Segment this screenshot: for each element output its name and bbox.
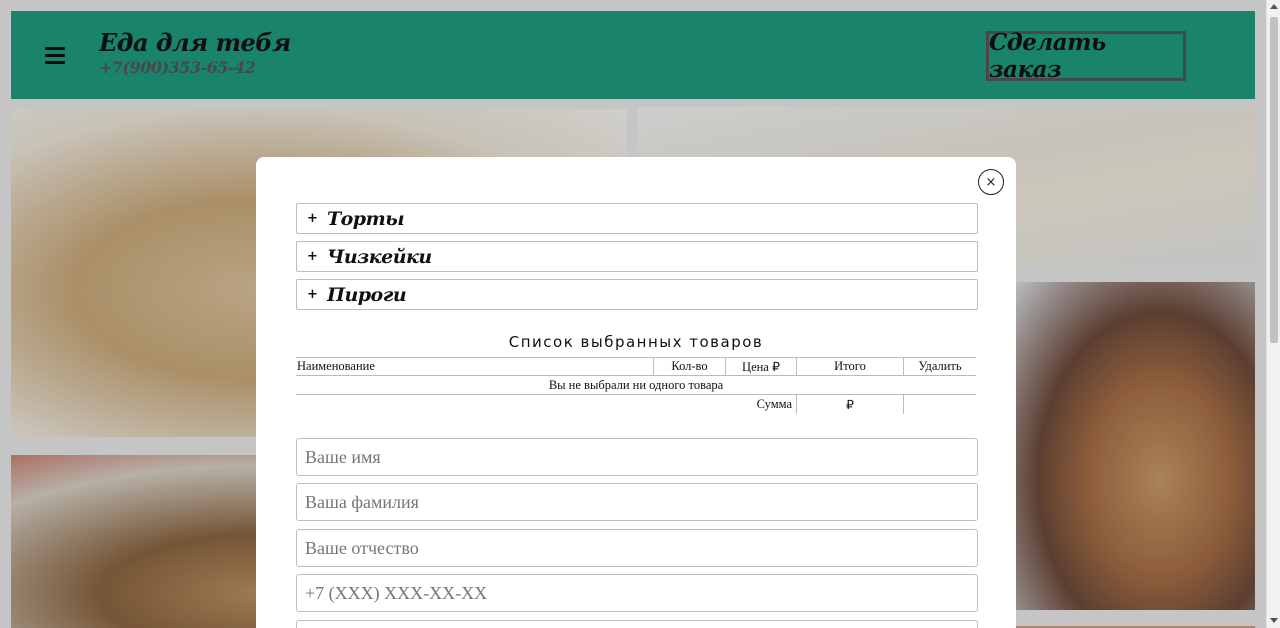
scrollbar-thumb[interactable]	[1270, 17, 1278, 343]
category-label: Чизкейки	[327, 245, 432, 268]
phone-input[interactable]	[296, 574, 978, 612]
scroll-down-arrow-icon[interactable]	[1270, 618, 1278, 623]
selected-items-title: Список выбранных товаров	[508, 333, 764, 351]
next-input-field[interactable]	[296, 620, 978, 628]
category-label: Пироги	[327, 283, 407, 306]
first-name-input[interactable]	[296, 438, 978, 476]
scroll-up-arrow-icon[interactable]	[1270, 4, 1278, 9]
sum-empty-cell	[903, 395, 976, 414]
header-name: Наименование	[297, 359, 375, 373]
header-price: Цена ₽	[725, 358, 796, 375]
plus-icon: +	[307, 211, 318, 226]
empty-cart-message: Вы не выбрали ни одного товара	[296, 376, 976, 395]
sum-value: ₽	[796, 395, 903, 414]
category-label: Торты	[327, 207, 405, 230]
sum-row: Сумма ₽	[296, 395, 976, 414]
category-pies[interactable]: + Пироги	[296, 279, 978, 310]
header-qty: Кол-во	[653, 358, 725, 375]
category-cakes[interactable]: + Торты	[296, 203, 978, 234]
close-icon[interactable]: ×	[978, 169, 1004, 195]
sum-label: Сумма	[756, 397, 792, 411]
patronymic-input[interactable]	[296, 529, 978, 567]
plus-icon: +	[307, 249, 318, 264]
header-delete: Удалить	[903, 358, 976, 375]
order-modal: × + Торты + Чизкейки + Пироги Список выб…	[256, 157, 1016, 628]
table-header-row: Наименование Кол-во Цена ₽ Итого Удалить	[296, 357, 976, 376]
category-cheesecakes[interactable]: + Чизкейки	[296, 241, 978, 272]
plus-icon: +	[307, 287, 318, 302]
selected-items-table: Наименование Кол-во Цена ₽ Итого Удалить…	[296, 357, 976, 414]
last-name-input[interactable]	[296, 483, 978, 521]
header-total: Итого	[796, 358, 903, 375]
page-scrollbar[interactable]	[1266, 0, 1280, 628]
